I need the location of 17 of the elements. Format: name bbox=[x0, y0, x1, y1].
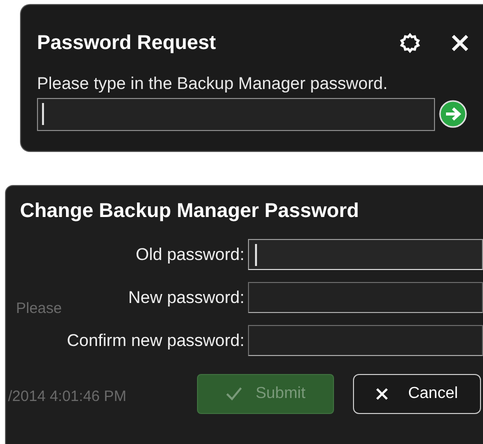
password-field[interactable] bbox=[248, 239, 483, 270]
dialog-title: Password Request bbox=[37, 31, 216, 56]
password-field[interactable] bbox=[248, 325, 483, 356]
field-label: New password: bbox=[128, 286, 244, 309]
settings-icon[interactable] bbox=[399, 32, 421, 54]
dialog-title: Change Backup Manager Password bbox=[19, 199, 360, 224]
prompt-text: Please type in the Backup Manager password. bbox=[36, 73, 389, 95]
close-icon[interactable] bbox=[451, 34, 469, 52]
cancel-button[interactable]: Cancel bbox=[353, 374, 481, 414]
background-text: /2014 4:01:46 PM bbox=[8, 387, 126, 407]
password-field[interactable] bbox=[37, 98, 435, 130]
check-icon bbox=[226, 387, 242, 401]
background-text: Please bbox=[16, 299, 62, 319]
close-icon bbox=[376, 388, 388, 400]
field-label: Confirm new password: bbox=[66, 330, 244, 352]
password-field[interactable] bbox=[248, 282, 483, 313]
field-label: Old password: bbox=[136, 244, 244, 266]
